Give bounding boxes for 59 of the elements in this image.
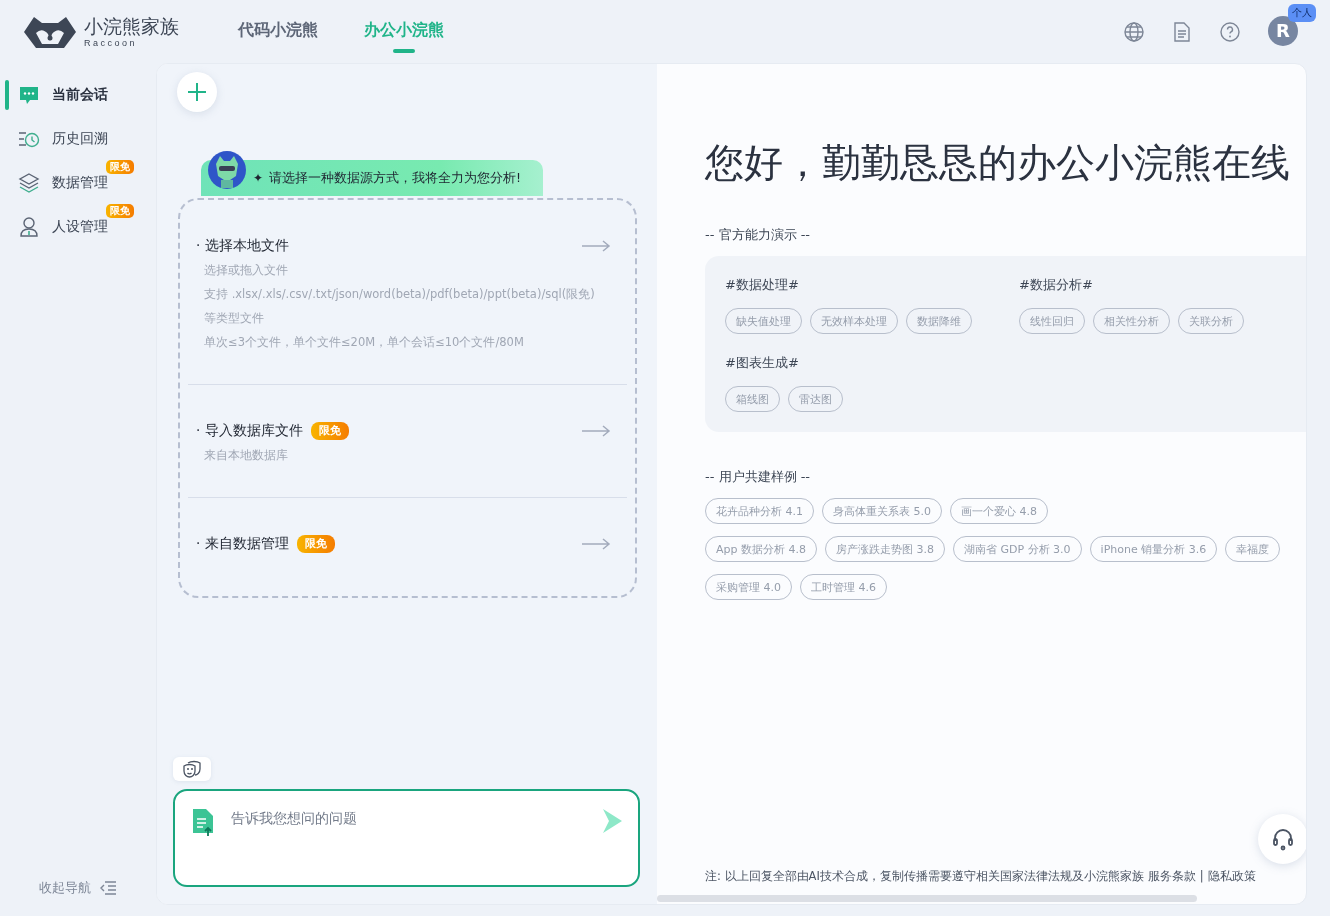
- source-option[interactable]: · 选择本地文件 选择或拖入文件 支持 .xlsx/.xls/.csv/.txt/json/word(beta)/pdf(beta)/ppt(beta)/sql(限免) 等类型文件 单次≤3个文件，单个文件≤20M，单个会话≤10个文件/80M: [188, 224, 627, 385]
- new-chat-button[interactable]: [177, 72, 217, 112]
- arrow-right-icon: [581, 240, 611, 252]
- chat-icon: [18, 84, 40, 106]
- sparkle-mark: ✦: [253, 171, 264, 185]
- account-badge: 个人: [1288, 3, 1316, 22]
- group-title: #图表生成#: [725, 354, 800, 372]
- privacy-link[interactable]: 隐私政策: [1207, 869, 1256, 884]
- disclaimer-text: 注: 以上回复全部由AI技术合成，复制传播需要遵守相关国家法律法规及小浣熊家族: [705, 869, 1144, 884]
- terms-link[interactable]: 服务条款: [1147, 869, 1196, 884]
- option-description: 支持 .xlsx/.xls/.csv/.txt/json/word(beta)/pdf(beta)/ppt(beta)/sql(限免) 等类型文件: [203, 286, 596, 327]
- sidebar-item[interactable]: 数据管理 限免: [0, 159, 156, 203]
- section-title: -- 用户共建样例 --: [705, 468, 812, 486]
- link-separator: |: [1199, 869, 1204, 884]
- globe-icon[interactable]: [1123, 20, 1145, 43]
- greeting-heading: 您好，勤勤恳恳的办公小浣熊在线: [705, 140, 1291, 186]
- section-title: -- 官方能力演示 --: [705, 226, 812, 244]
- option-description: 来自本地数据库: [203, 447, 289, 464]
- person-icon: [18, 216, 40, 238]
- document-icon[interactable]: [1172, 20, 1192, 43]
- brand-name: 小浣熊家族: [84, 14, 179, 37]
- sidebar-item[interactable]: 人设管理 限免: [0, 203, 156, 247]
- sidebar-label: 人设管理: [52, 218, 108, 236]
- group-title: #数据分析#: [1019, 276, 1094, 294]
- arrow-right-icon: [581, 538, 611, 550]
- headset-icon: [1271, 827, 1295, 851]
- arrow-right-icon: [581, 425, 611, 437]
- source-option[interactable]: · 导入数据库文件 限免 来自本地数据库: [188, 385, 627, 498]
- sidebar-item[interactable]: 历史回溯: [0, 115, 156, 159]
- option-description: 选择或拖入文件: [203, 262, 289, 279]
- free-badge: 限免: [106, 160, 134, 174]
- sidebar-item[interactable]: 当前会话: [0, 71, 156, 115]
- free-badge: 限免: [310, 422, 349, 440]
- layers-icon: [18, 172, 40, 194]
- sidebar-label: 当前会话: [52, 86, 108, 104]
- support-button[interactable]: [1258, 814, 1306, 864]
- question-field[interactable]: 告诉我您想问的问题: [229, 809, 586, 827]
- collapse-nav-button[interactable]: 收起导航: [33, 878, 123, 898]
- source-option[interactable]: · 来自数据管理 限免: [188, 498, 627, 586]
- scrollbar[interactable]: [657, 895, 1197, 902]
- brand-subtitle: R a c c o o n: [84, 36, 136, 49]
- option-title: · 选择本地文件: [196, 237, 289, 255]
- banner-text: 请选择一种数据源方式，我将全力为您分析!: [269, 169, 522, 187]
- group-title: #数据处理#: [725, 276, 800, 294]
- free-badge: 限免: [106, 204, 134, 218]
- option-description: 单次≤3个文件，单个文件≤20M，单个会话≤10个文件/80M: [203, 334, 525, 351]
- plus-icon: [187, 82, 207, 102]
- help-icon[interactable]: [1219, 20, 1241, 43]
- nav-tab[interactable]: 代码小浣熊: [230, 14, 326, 49]
- persona-button[interactable]: [173, 757, 211, 781]
- option-title: · 来自数据管理: [196, 535, 289, 553]
- sidebar-label: 历史回溯: [52, 130, 108, 148]
- sidebar-label: 数据管理: [52, 174, 108, 192]
- user-avatar[interactable]: R: [1268, 15, 1298, 46]
- masks-icon: [182, 760, 202, 778]
- free-badge: 限免: [296, 535, 335, 553]
- collapse-icon: [99, 880, 117, 896]
- file-upload-icon[interactable]: [191, 807, 215, 837]
- option-title: · 导入数据库文件: [196, 422, 303, 440]
